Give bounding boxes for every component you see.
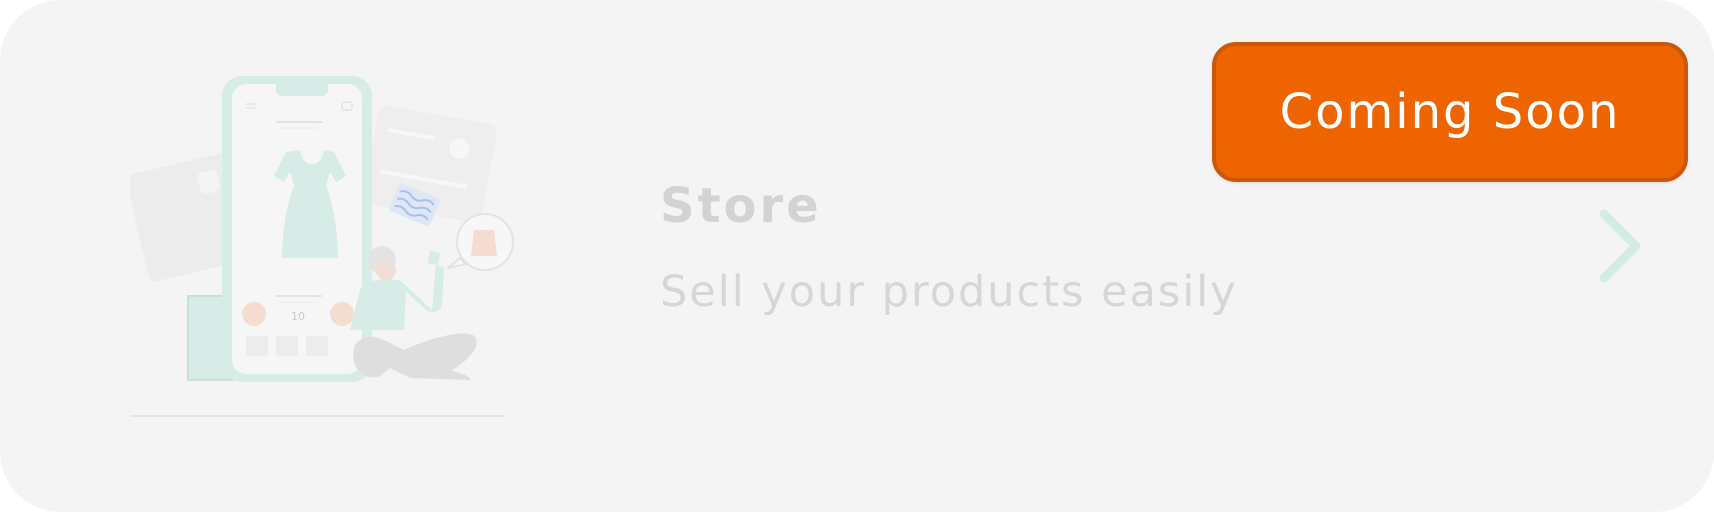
- coming-soon-badge: Coming Soon: [1212, 42, 1688, 182]
- card-title: Store: [660, 178, 822, 234]
- online-shopping-illustration: 10: [130, 76, 560, 428]
- store-card[interactable]: 10 Store Sell your products easily Comin…: [0, 0, 1714, 512]
- card-text: Store Sell your products easily: [660, 176, 1420, 320]
- card-subtitle: Sell your products easily: [660, 267, 1238, 317]
- price-text: 10: [291, 310, 305, 323]
- chevron-right-icon[interactable]: [1598, 206, 1652, 286]
